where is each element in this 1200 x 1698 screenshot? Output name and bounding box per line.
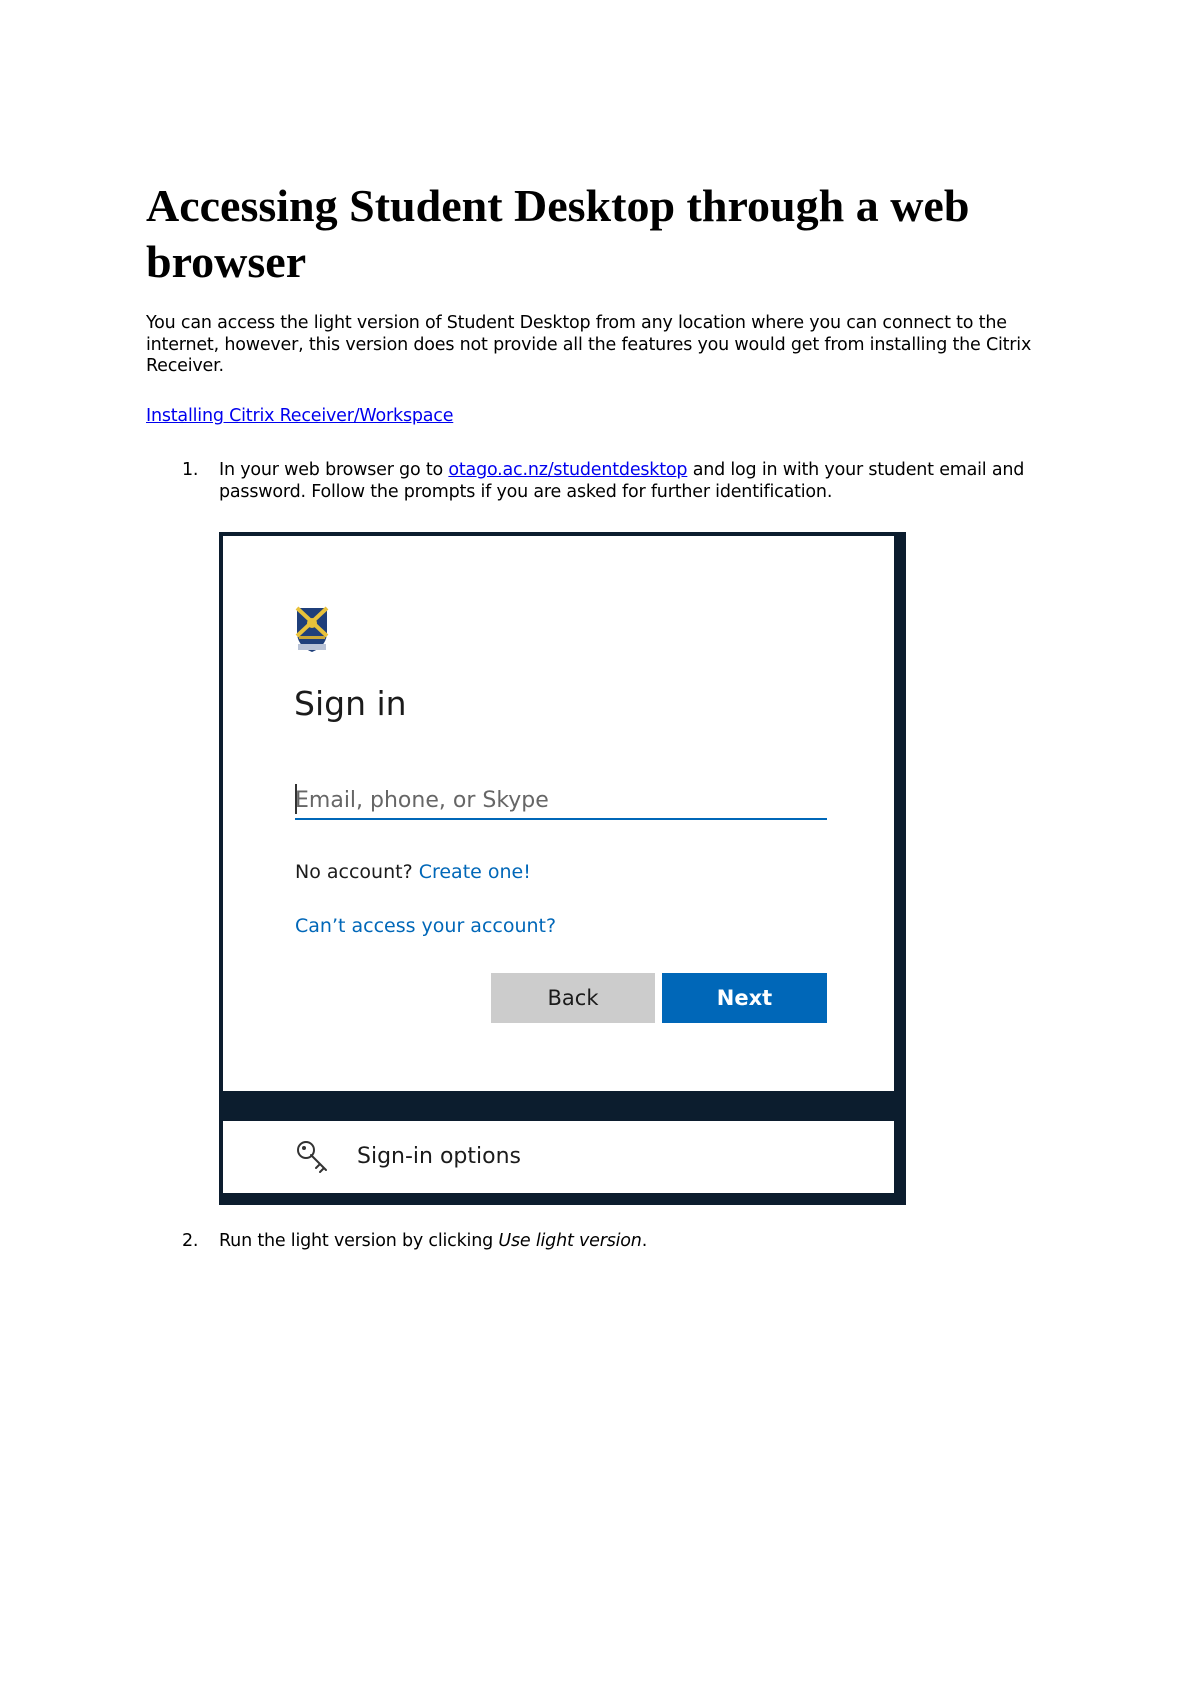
installing-citrix-link[interactable]: Installing Citrix Receiver/Workspace xyxy=(146,405,453,427)
create-account-link[interactable]: Create one! xyxy=(419,861,531,883)
next-button[interactable]: Next xyxy=(662,973,827,1023)
university-crest-icon xyxy=(295,606,329,652)
signin-options-label: Sign-in options xyxy=(357,1144,522,1169)
document-page: Accessing Student Desktop through a web … xyxy=(0,0,1200,1698)
no-account-row: No account? Create one! xyxy=(295,860,531,884)
step-text-after: . xyxy=(641,1231,648,1251)
student-desktop-link[interactable]: otago.ac.nz/studentdesktop xyxy=(448,460,687,480)
no-account-text: No account? xyxy=(295,861,419,883)
intro-paragraph: You can access the light version of Stud… xyxy=(146,313,1032,376)
step-text: In your web browser go to otago.ac.nz/st… xyxy=(219,460,1066,503)
step-number: 1. xyxy=(182,460,199,480)
page-title: Accessing Student Desktop through a web … xyxy=(146,180,970,287)
step-text-before-link: In your web browser go to xyxy=(219,460,449,480)
signin-panel: Sign in No account? Create one! Can’t ac… xyxy=(223,536,894,1091)
step-text: Run the light version by clicking Use li… xyxy=(219,1231,1066,1253)
list-item-step-1: 1. In your web browser go to otago.ac.nz… xyxy=(146,460,1066,503)
back-button[interactable]: Back xyxy=(491,973,655,1023)
key-icon xyxy=(297,1141,327,1173)
cant-access-account-link[interactable]: Can’t access your account? xyxy=(295,914,556,938)
email-input[interactable] xyxy=(295,782,827,820)
list-item-step-2: 2. Run the light version by clicking Use… xyxy=(146,1231,1066,1253)
use-light-version-text: Use light version xyxy=(498,1231,642,1251)
step-text-before: Run the light version by clicking xyxy=(219,1231,499,1251)
signin-screenshot: Sign in No account? Create one! Can’t ac… xyxy=(219,532,906,1205)
text-cursor xyxy=(295,784,297,814)
signin-title: Sign in xyxy=(294,684,407,723)
step-number: 2. xyxy=(182,1231,199,1251)
signin-options-button[interactable]: Sign-in options xyxy=(223,1121,894,1193)
